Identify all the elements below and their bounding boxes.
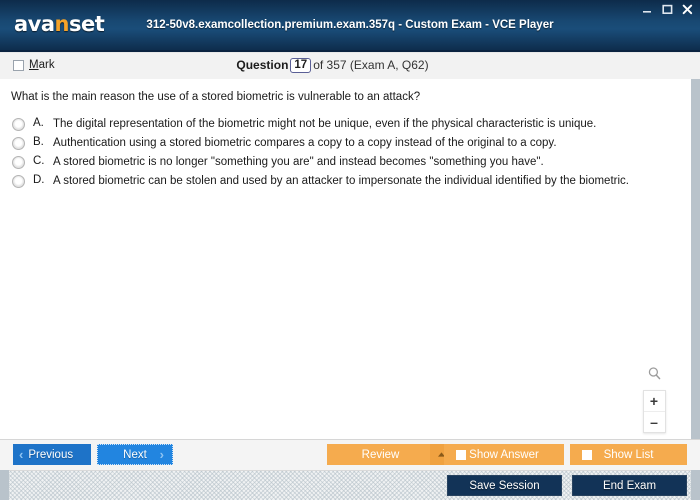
option-letter: D. xyxy=(33,173,45,186)
radio-icon[interactable] xyxy=(12,136,25,150)
square-icon xyxy=(456,449,466,460)
review-button-label: Review xyxy=(361,448,400,461)
minimize-icon[interactable] xyxy=(641,3,654,16)
answer-option[interactable]: C. A stored biometric is no longer "some… xyxy=(0,152,691,171)
question-prompt: What is the main reason the use of a sto… xyxy=(11,91,421,103)
end-exam-button[interactable]: End Exam xyxy=(572,475,687,496)
question-number-input[interactable]: 17 xyxy=(290,58,312,73)
question-content-panel: What is the main reason the use of a sto… xyxy=(0,79,700,439)
question-total-label: of 357 (Exam A, Q62) xyxy=(313,58,429,72)
option-letter: A. xyxy=(33,116,44,129)
previous-button[interactable]: ‹ Previous xyxy=(13,444,91,465)
question-counter: Question 17 of 357 (Exam A, Q62) xyxy=(0,58,700,73)
next-button-label: Next xyxy=(123,448,147,461)
square-icon xyxy=(582,449,592,460)
zoom-out-button[interactable]: – xyxy=(643,411,665,432)
footer-bar: Save Session End Exam xyxy=(0,470,700,500)
answer-option[interactable]: A. The digital representation of the bio… xyxy=(0,114,691,133)
review-button[interactable]: Review xyxy=(327,444,452,465)
right-edge-trim xyxy=(691,470,700,500)
option-letter: C. xyxy=(33,154,45,167)
radio-icon[interactable] xyxy=(12,174,25,188)
window-controls xyxy=(641,3,694,16)
title-bar: avanset 312-50v8.examcollection.premium.… xyxy=(0,0,700,52)
chevron-left-icon: ‹ xyxy=(19,447,24,462)
option-text: Authentication using a stored biometric … xyxy=(53,136,557,149)
answer-options-list: A. The digital representation of the bio… xyxy=(0,114,691,190)
zoom-in-button[interactable]: + xyxy=(643,391,665,411)
previous-button-label: Previous xyxy=(28,448,74,461)
radio-icon[interactable] xyxy=(12,155,25,169)
option-text: A stored biometric is no longer "somethi… xyxy=(53,155,544,168)
question-header-bar: Mark Question 17 of 357 (Exam A, Q62) xyxy=(0,52,700,81)
window-title: 312-50v8.examcollection.premium.exam.357… xyxy=(146,19,554,31)
option-text: A stored biometric can be stolen and use… xyxy=(53,174,629,187)
save-session-button[interactable]: Save Session xyxy=(447,475,562,496)
show-list-button[interactable]: Show List xyxy=(570,444,687,465)
zoom-stepper: + – xyxy=(642,390,666,433)
magnifier-icon[interactable] xyxy=(647,366,662,386)
vce-player-window: avanset 312-50v8.examcollection.premium.… xyxy=(0,0,700,500)
question-word: Question xyxy=(236,58,289,72)
radio-icon[interactable] xyxy=(12,117,25,131)
show-list-button-label: Show List xyxy=(603,448,654,461)
show-answer-button-label: Show Answer xyxy=(469,448,539,461)
navigation-button-bar: ‹ Previous Next › Review Show Answer Sho… xyxy=(0,439,700,470)
option-text: The digital representation of the biomet… xyxy=(53,117,597,130)
option-letter: B. xyxy=(33,135,44,148)
next-button[interactable]: Next › xyxy=(97,444,173,465)
answer-option[interactable]: B. Authentication using a stored biometr… xyxy=(0,133,691,152)
answer-option[interactable]: D. A stored biometric can be stolen and … xyxy=(0,171,691,190)
show-answer-button[interactable]: Show Answer xyxy=(444,444,564,465)
zoom-widget: + – xyxy=(642,366,666,433)
left-edge-trim xyxy=(0,470,9,500)
maximize-icon[interactable] xyxy=(661,3,674,16)
chevron-right-icon: › xyxy=(159,447,164,462)
close-icon[interactable] xyxy=(681,3,694,16)
